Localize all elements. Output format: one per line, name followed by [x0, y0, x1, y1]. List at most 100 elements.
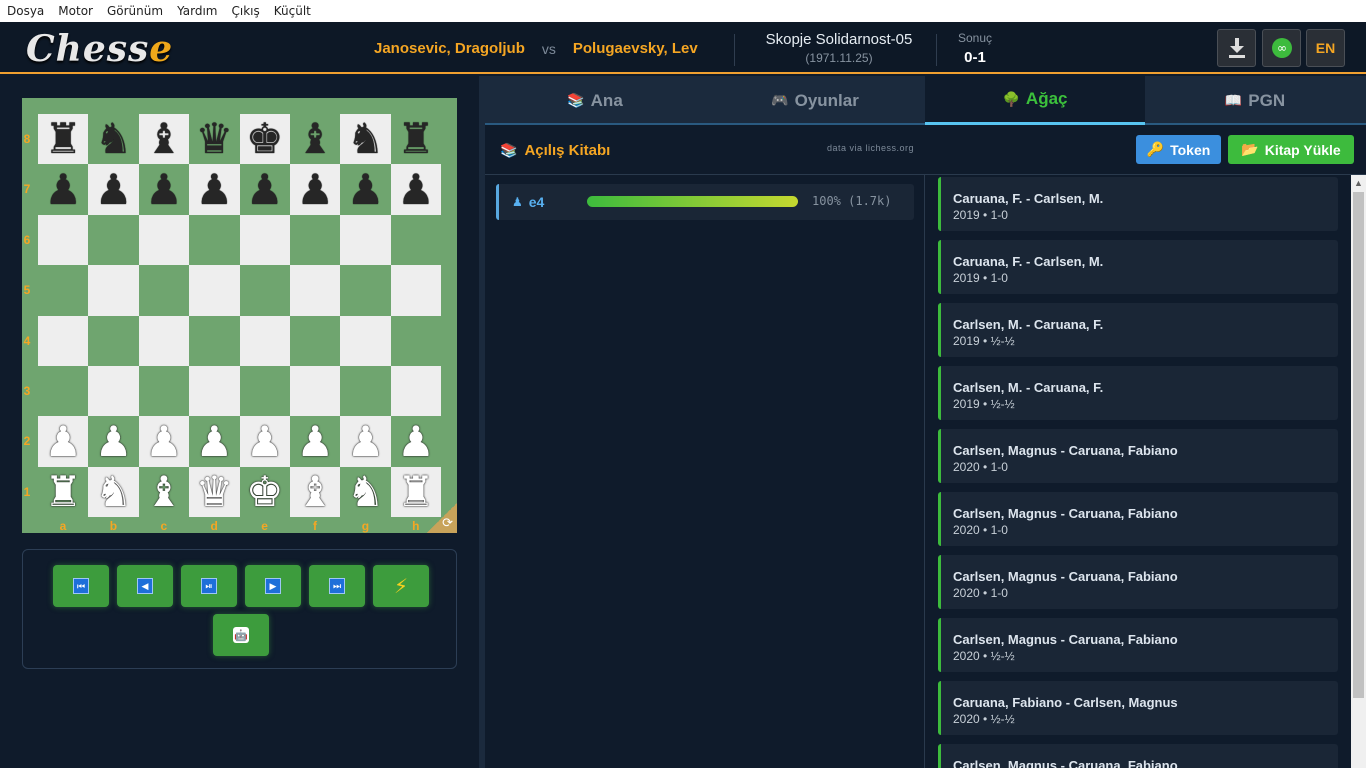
tab-oyunlar[interactable]: 🎮 Oyunlar: [705, 76, 925, 125]
game-item[interactable]: Carlsen, M. - Caruana, F. 2019 • ½-½: [938, 366, 1338, 420]
tab-agac[interactable]: 🌳 Ağaç: [925, 76, 1145, 125]
square-a4[interactable]: [38, 315, 89, 366]
square-d8[interactable]: ♛: [189, 114, 240, 165]
white-pawn-piece[interactable]: ♟: [44, 420, 82, 463]
square-h4[interactable]: [390, 315, 442, 366]
white-rook-piece[interactable]: ♜: [44, 470, 82, 513]
square-d3[interactable]: [189, 365, 240, 417]
square-g5[interactable]: [340, 265, 391, 316]
language-button[interactable]: EN: [1306, 29, 1345, 67]
square-g3[interactable]: [340, 365, 391, 417]
square-e1[interactable]: ♚: [239, 466, 290, 518]
black-pawn-piece[interactable]: ♟: [397, 168, 435, 211]
game-item[interactable]: Carlsen, Magnus - Caruana, Fabiano 2020 •…: [938, 429, 1338, 483]
game-item[interactable]: Caruana, F. - Carlsen, M. 2019 • 1-0: [938, 240, 1338, 294]
download-button[interactable]: [1217, 29, 1256, 67]
square-g8[interactable]: ♞: [340, 114, 391, 165]
lichess-link-button[interactable]: ∞: [1262, 29, 1301, 67]
square-f6[interactable]: [289, 214, 341, 266]
square-g7[interactable]: ♟: [340, 164, 391, 215]
square-c5[interactable]: [138, 265, 190, 316]
square-d6[interactable]: [189, 214, 240, 266]
game-item[interactable]: Caruana, Fabiano - Carlsen, Magnus 2020 •…: [938, 681, 1338, 735]
square-a5[interactable]: [38, 265, 89, 316]
white-knight-piece[interactable]: ♞: [95, 470, 133, 513]
menu-motor[interactable]: Motor: [58, 4, 93, 18]
square-a7[interactable]: ♟: [38, 164, 89, 215]
square-c8[interactable]: ♝: [138, 114, 190, 165]
square-e7[interactable]: ♟: [239, 164, 290, 215]
game-item[interactable]: Carlsen, Magnus - Caruana, Fabiano: [938, 744, 1338, 768]
square-b3[interactable]: [88, 365, 139, 417]
square-g6[interactable]: [340, 214, 391, 266]
square-b6[interactable]: [88, 214, 139, 266]
square-f4[interactable]: [289, 315, 341, 366]
square-f1[interactable]: ♝: [289, 466, 341, 518]
black-pawn-piece[interactable]: ♟: [95, 168, 133, 211]
square-f2[interactable]: ♟: [289, 416, 341, 467]
square-c3[interactable]: [138, 365, 190, 417]
engine-button[interactable]: ⚡: [373, 565, 429, 607]
square-d4[interactable]: [189, 315, 240, 366]
square-h5[interactable]: [390, 265, 442, 316]
black-pawn-piece[interactable]: ♟: [246, 168, 284, 211]
game-item[interactable]: Carlsen, Magnus - Caruana, Fabiano 2020 •…: [938, 555, 1338, 609]
menu-yardim[interactable]: Yardım: [177, 4, 217, 18]
square-h7[interactable]: ♟: [390, 164, 442, 215]
square-f5[interactable]: [289, 265, 341, 316]
white-knight-piece[interactable]: ♞: [347, 470, 385, 513]
black-pawn-piece[interactable]: ♟: [196, 168, 234, 211]
square-d1[interactable]: ♛: [189, 466, 240, 518]
black-pawn-piece[interactable]: ♟: [296, 168, 334, 211]
black-king-piece[interactable]: ♚: [246, 118, 284, 160]
move-row[interactable]: ♟ e4 100% (1.7k): [496, 184, 914, 220]
square-d5[interactable]: [189, 265, 240, 316]
white-pawn-piece[interactable]: ♟: [246, 420, 284, 463]
game-item[interactable]: Caruana, F. - Carlsen, M. 2019 • 1-0: [938, 177, 1338, 231]
menu-cikis[interactable]: Çıkış: [231, 4, 259, 18]
square-g1[interactable]: ♞: [340, 466, 391, 518]
black-knight-piece[interactable]: ♞: [95, 118, 133, 160]
black-pawn-piece[interactable]: ♟: [347, 168, 385, 211]
scroll-up-icon[interactable]: ▲: [1354, 178, 1363, 188]
square-c2[interactable]: ♟: [138, 416, 190, 467]
square-e2[interactable]: ♟: [239, 416, 290, 467]
play-pause-button[interactable]: ⏯: [181, 565, 237, 607]
square-e4[interactable]: [239, 315, 290, 366]
black-pawn-piece[interactable]: ♟: [44, 168, 82, 211]
black-queen-piece[interactable]: ♛: [196, 118, 234, 160]
square-g2[interactable]: ♟: [340, 416, 391, 467]
black-bishop-piece[interactable]: ♝: [296, 118, 334, 160]
square-b2[interactable]: ♟: [88, 416, 139, 467]
square-b1[interactable]: ♞: [88, 466, 139, 518]
square-c6[interactable]: [138, 214, 190, 266]
black-knight-piece[interactable]: ♞: [347, 118, 385, 160]
square-a6[interactable]: [38, 214, 89, 266]
square-e6[interactable]: [239, 214, 290, 266]
chess-board[interactable]: ♜ ♞ ♝ ♛ ♚ ♝ ♞ ♜ ♟ ♟ ♟ ♟ ♟ ♟ ♟ ♟ ♟ ♟ ♟ ♟ ♟ ♟ ♟ ♟ ♜ ♞ ♝ ♛ ♚ ♝ ♞ ♜ ⟳ 87654…: [22, 98, 457, 533]
square-h6[interactable]: [390, 214, 442, 266]
square-d7[interactable]: ♟: [189, 164, 240, 215]
robot-button[interactable]: 🤖: [213, 614, 269, 656]
square-a2[interactable]: ♟: [38, 416, 89, 467]
game-item[interactable]: Carlsen, Magnus - Caruana, Fabiano 2020 •…: [938, 492, 1338, 546]
white-bishop-piece[interactable]: ♝: [145, 470, 183, 513]
square-e5[interactable]: [239, 265, 290, 316]
square-c7[interactable]: ♟: [138, 164, 190, 215]
menu-kucult[interactable]: Küçült: [274, 4, 311, 18]
token-button[interactable]: 🔑 Token: [1136, 135, 1221, 164]
square-b5[interactable]: [88, 265, 139, 316]
game-item[interactable]: Carlsen, Magnus - Caruana, Fabiano 2020 •…: [938, 618, 1338, 672]
square-a3[interactable]: [38, 365, 89, 417]
square-c1[interactable]: ♝: [138, 466, 190, 518]
white-pawn-piece[interactable]: ♟: [296, 420, 334, 463]
square-a1[interactable]: ♜: [38, 466, 89, 518]
black-pawn-piece[interactable]: ♟: [145, 168, 183, 211]
scroll-thumb[interactable]: [1353, 192, 1364, 698]
menu-dosya[interactable]: Dosya: [7, 4, 44, 18]
square-h8[interactable]: ♜: [390, 114, 442, 165]
next-move-button[interactable]: ▶: [245, 565, 301, 607]
square-h2[interactable]: ♟: [390, 416, 442, 467]
square-h3[interactable]: [390, 365, 442, 417]
white-pawn-piece[interactable]: ♟: [95, 420, 133, 463]
